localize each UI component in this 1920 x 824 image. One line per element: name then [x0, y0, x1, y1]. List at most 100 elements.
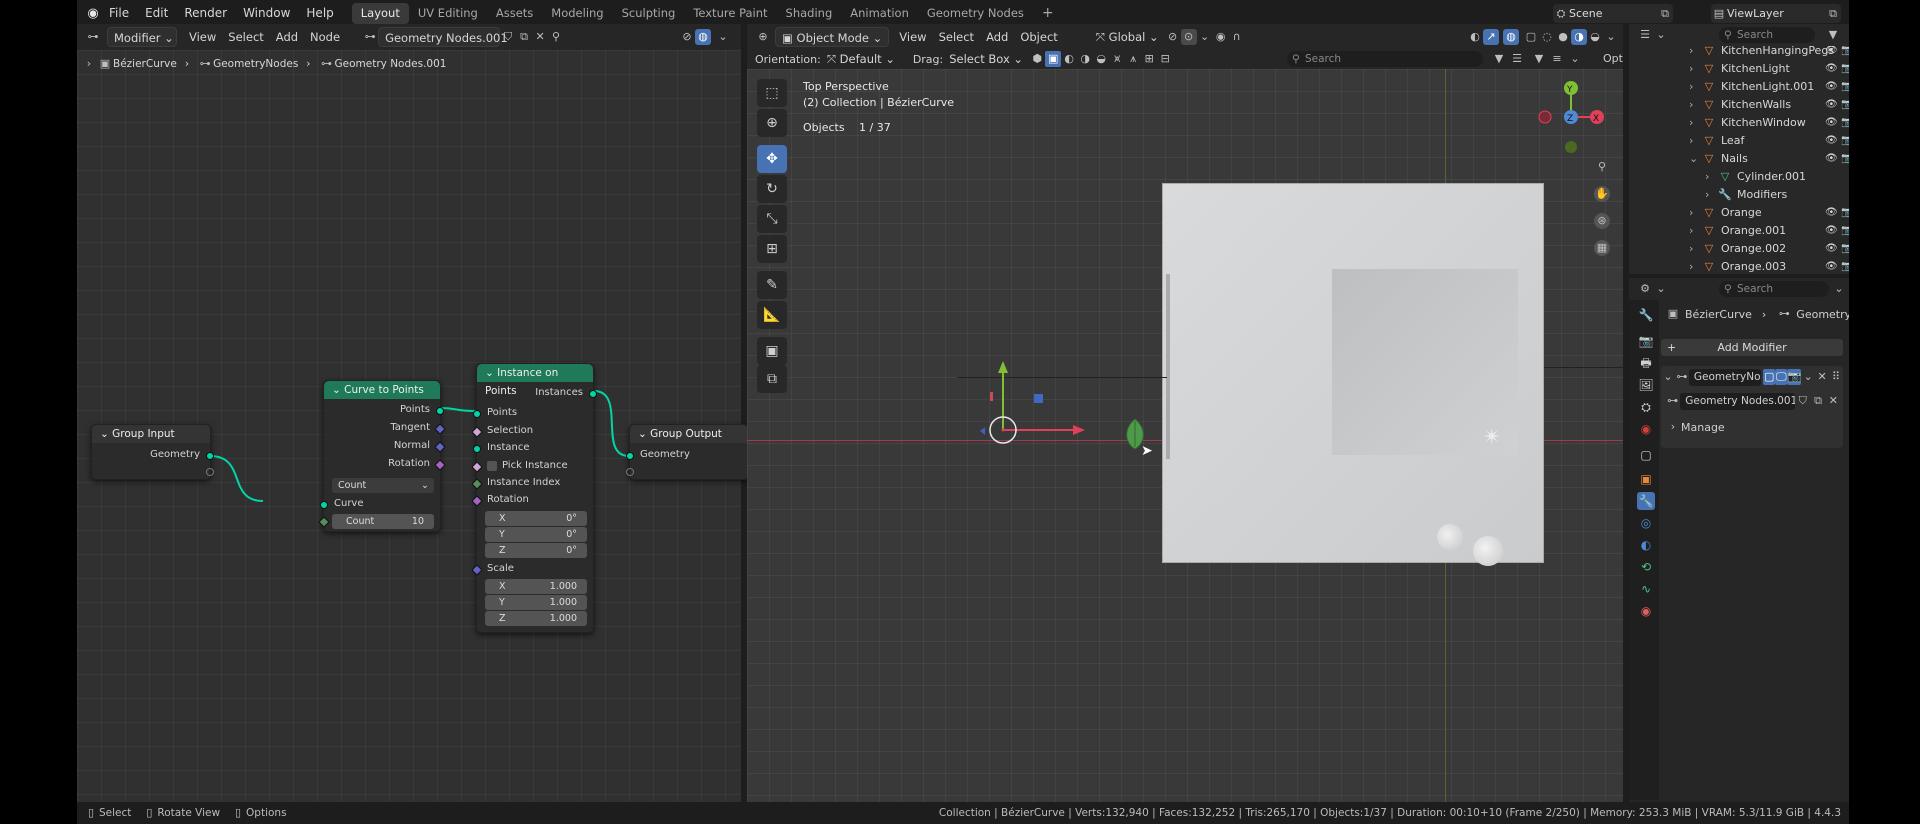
node-tree-icon[interactable]: ⊶	[1665, 393, 1680, 409]
pin-icon[interactable]: ⚲	[548, 29, 564, 45]
falloff-icon[interactable]: ∩	[1229, 29, 1245, 45]
properties-editor-icon[interactable]: ⚙	[1637, 281, 1653, 297]
node-canvas[interactable]: › ▣ BézierCurve › ⊶ GeometryNodes › ⊶ Ge…	[77, 50, 749, 802]
tab-geometry-nodes[interactable]: Geometry Nodes	[918, 3, 1033, 24]
modifier-name-field[interactable]: GeometryNodes	[1688, 368, 1762, 386]
select-extend-icon[interactable]: ◐	[1061, 51, 1077, 67]
modifier-tab-icon[interactable]: 🔧	[1637, 492, 1655, 510]
pan-icon[interactable]: ✋	[1594, 186, 1610, 202]
overlay-icon[interactable]: ◍	[695, 29, 711, 45]
outliner-row[interactable]: › 🔧 Modifiers	[1705, 185, 1849, 203]
overlay-options-icon[interactable]: ⌄	[715, 29, 731, 45]
transform-affect-icon[interactable]: ⊟	[1157, 51, 1173, 67]
select-subtract-icon[interactable]: ◑	[1077, 51, 1093, 67]
visibility-eye-icon[interactable]: 👁	[1825, 99, 1838, 110]
outliner-row[interactable]: › ▽ KitchenLight.001 👁 📷	[1689, 77, 1849, 95]
outliner-row[interactable]: › ▽ KitchenHangingPegs 👁 📷	[1689, 46, 1849, 59]
transform-orientation-dropdown[interactable]: ⤧ Global ⌄	[1090, 27, 1165, 47]
unlink-icon[interactable]: ✕	[1826, 393, 1841, 409]
transform-gizmo[interactable]	[947, 349, 1127, 469]
scale-x-field[interactable]: X 1.000	[485, 579, 587, 594]
render-camera-icon[interactable]: 📷	[1841, 135, 1849, 146]
collection-tab-icon[interactable]: ▢	[1637, 446, 1655, 464]
light-object[interactable]: ✴	[1477, 423, 1507, 453]
output-tab-icon[interactable]: 🖶	[1637, 354, 1655, 372]
plate-object-1[interactable]	[1437, 524, 1463, 550]
expand-chevron-icon[interactable]: ›	[1689, 62, 1701, 75]
tab-sculpting[interactable]: Sculpting	[613, 3, 685, 24]
visibility-eye-icon[interactable]: 👁	[1825, 225, 1838, 236]
tool-annotate[interactable]: ✎	[757, 271, 787, 299]
editmode-toggle-icon[interactable]: ▢	[1763, 369, 1776, 385]
gizmo-toggle-icon[interactable]: ↗	[1483, 29, 1499, 45]
world-tab-icon[interactable]: ◉	[1637, 420, 1655, 438]
pick-instance-checkbox[interactable]	[487, 460, 497, 471]
material-tab-icon[interactable]: ◉	[1637, 602, 1655, 620]
breadcrumb-modifier[interactable]: GeometryNodes	[1796, 308, 1849, 321]
mode-dropdown[interactable]: Count ⌄	[332, 478, 434, 493]
tab-modeling[interactable]: Modeling	[542, 3, 612, 24]
node-group-field[interactable]: Geometry Nodes.001	[378, 27, 508, 47]
tab-shading[interactable]: Shading	[777, 3, 842, 24]
tool-transform[interactable]: ⊞	[757, 235, 787, 263]
outliner-row[interactable]: › ▽ Orange.003 👁 📷	[1689, 257, 1849, 274]
fake-user-icon[interactable]: ⛉	[1795, 393, 1810, 409]
snap-options-icon[interactable]: ⌄	[1197, 29, 1213, 45]
scene-selector[interactable]: ⛭ Scene ⧉	[1553, 4, 1673, 23]
curve-input-socket[interactable]	[320, 501, 328, 509]
drag-handle-icon[interactable]: ⠿	[1829, 369, 1843, 385]
render-camera-icon[interactable]: 📷	[1841, 225, 1849, 236]
outliner-row[interactable]: ⌄ ▽ Nails 👁 📷	[1689, 149, 1849, 167]
expand-chevron-icon[interactable]: ›	[1689, 242, 1701, 255]
snap-icon[interactable]: ⊘	[679, 29, 695, 45]
expand-chevron-icon[interactable]: ›	[1689, 80, 1701, 93]
outliner-editor-icon[interactable]: ☰	[1637, 27, 1653, 43]
outliner-row[interactable]: › ▽ Orange.001 👁 📷	[1689, 221, 1849, 239]
solid-shading-icon[interactable]: ●	[1555, 29, 1571, 45]
expand-chevron-icon[interactable]: ›	[1689, 134, 1701, 147]
physics-tab-icon[interactable]: ◐	[1637, 536, 1655, 554]
viewlayer-selector[interactable]: ▤ ViewLayer ⧉	[1711, 4, 1841, 23]
rotation-y-field[interactable]: Y 0°	[485, 527, 587, 542]
new-viewlayer-icon[interactable]: ⧉	[1825, 6, 1841, 22]
collapse-chevron-icon[interactable]: ⌄	[1661, 369, 1675, 385]
expand-chevron-icon[interactable]: ›	[1689, 116, 1701, 129]
node-header[interactable]: ⌄ Curve to Points	[324, 381, 440, 399]
proportional-edit-icon[interactable]: ◉	[1213, 29, 1229, 45]
tree-icon[interactable]: ≡	[1549, 51, 1565, 67]
outliner-row[interactable]: › ▽ KitchenWindow 👁 📷	[1689, 113, 1849, 131]
editor-type-icon[interactable]: ⊕	[755, 29, 771, 45]
snap-icon[interactable]: ⊙	[1180, 29, 1197, 45]
fake-user-icon[interactable]: ⛉	[500, 29, 516, 45]
expand-chevron-icon[interactable]: ›	[1705, 188, 1717, 201]
outliner-row[interactable]: › ▽ Leaf 👁 📷	[1689, 131, 1849, 149]
modifier-menu-icon[interactable]: ⌄	[1801, 369, 1815, 385]
wireframe-shading-icon[interactable]: ◌	[1539, 29, 1555, 45]
menu-help[interactable]: Help	[298, 0, 341, 27]
outliner-row[interactable]: › ▽ Cylinder.001	[1705, 167, 1849, 185]
node-header[interactable]: ⌄ Group Output	[630, 425, 748, 443]
viewport-toggle-icon[interactable]: 🖵	[1775, 369, 1788, 385]
scene-tab-icon[interactable]: ⛭	[1637, 398, 1655, 416]
expand-chevron-icon[interactable]: ›	[1705, 170, 1717, 183]
vp-menu-object[interactable]: Object	[1014, 27, 1063, 47]
constraints-tab-icon[interactable]: ⟲	[1637, 558, 1655, 576]
visibility-eye-icon[interactable]: 👁	[1825, 261, 1838, 272]
tab-animation[interactable]: Animation	[841, 3, 918, 24]
visibility-eye-icon[interactable]: 👁	[1825, 117, 1838, 128]
expand-chevron-icon[interactable]: ›	[1689, 206, 1701, 219]
rendered-shading-icon[interactable]: ◒	[1587, 29, 1603, 45]
tool-rotate[interactable]: ↻	[757, 175, 787, 203]
select-intersect-icon[interactable]: ⩙	[1109, 51, 1125, 67]
material-shading-icon[interactable]: ◑	[1571, 29, 1587, 45]
viewport-canvas[interactable]: ✴ ➤ Top Perspective (2) Collection | Béz…	[747, 69, 1624, 802]
pick-instance-row[interactable]: Pick Instance	[487, 460, 568, 471]
display-mode-icon[interactable]: ⌄	[1653, 27, 1669, 43]
context-dropdown[interactable]: Modifier ⌄	[107, 27, 177, 47]
instance-input-socket[interactable]	[473, 445, 481, 453]
collapse-icon[interactable]: ⌄	[1831, 281, 1847, 297]
snap-target-icon[interactable]: ⩚	[1125, 51, 1141, 67]
tool-measure[interactable]: 📐	[757, 301, 787, 329]
render-camera-icon[interactable]: 📷	[1841, 243, 1849, 254]
filter-icon[interactable]: ▼	[1825, 27, 1841, 43]
